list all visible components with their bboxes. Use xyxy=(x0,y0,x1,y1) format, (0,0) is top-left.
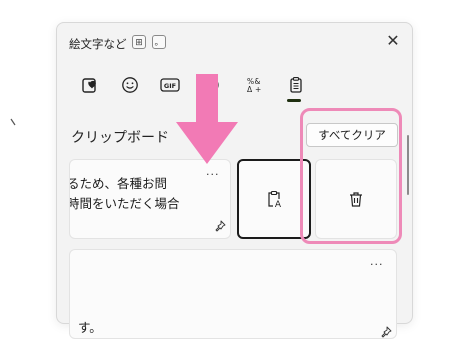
symbols-icon: % & Δ + xyxy=(247,77,261,94)
period-key-icon: 。 xyxy=(152,35,166,49)
clip-text-line: す。 xyxy=(78,320,102,335)
more-options-button[interactable]: ··· xyxy=(206,168,220,181)
svg-text:GIF: GIF xyxy=(164,82,176,90)
pin-icon[interactable] xyxy=(380,326,392,338)
trash-icon xyxy=(350,192,362,207)
svg-text:A: A xyxy=(275,200,282,209)
svg-text:Δ: Δ xyxy=(247,85,253,94)
section-title: クリップボード xyxy=(71,130,169,146)
clip-text-line: 時間をいただく場合 xyxy=(69,196,180,211)
kaomoji-icon xyxy=(205,80,219,90)
heart-note-icon xyxy=(82,78,96,93)
gif-icon: GIF xyxy=(160,78,180,92)
tab-emoji-favorites[interactable] xyxy=(75,69,105,101)
more-options-button[interactable]: ··· xyxy=(370,258,384,271)
tab-kaomoji[interactable] xyxy=(197,69,227,101)
tab-symbols[interactable]: % & Δ + xyxy=(239,69,269,101)
tab-emoji[interactable] xyxy=(115,69,145,101)
scrollbar[interactable] xyxy=(407,135,409,195)
clipboard-icon xyxy=(290,77,302,93)
clear-all-button[interactable]: すべてクリア xyxy=(306,123,398,147)
selected-tab-indicator xyxy=(287,99,301,102)
stray-mark xyxy=(10,118,16,126)
clipboard-item[interactable]: るため、各種お問 時間をいただく場合 ··· xyxy=(69,159,231,239)
pin-icon[interactable] xyxy=(214,220,226,232)
svg-text:+: + xyxy=(255,85,261,94)
tab-clipboard[interactable] xyxy=(281,69,311,101)
clipboard-item[interactable]: ··· す。 xyxy=(69,249,397,339)
windows-key-icon: ⊞ xyxy=(132,35,146,49)
close-button[interactable]: ✕ xyxy=(383,31,403,51)
emoji-panel: 絵文字など ⊞ 。 ✕ GIF % & Δ + クリップボード すべてクリア る… xyxy=(56,22,413,339)
clip-text-line: るため、各種お問 xyxy=(69,176,168,191)
tab-gif[interactable]: GIF xyxy=(155,69,185,101)
delete-item-button[interactable] xyxy=(315,159,397,239)
smiley-icon xyxy=(122,77,138,93)
panel-title: 絵文字など xyxy=(69,37,127,51)
paste-text-icon: A xyxy=(268,190,282,209)
paste-as-text-button[interactable]: A xyxy=(237,159,311,239)
title-bar: 絵文字など ⊞ 。 ✕ xyxy=(57,23,412,63)
